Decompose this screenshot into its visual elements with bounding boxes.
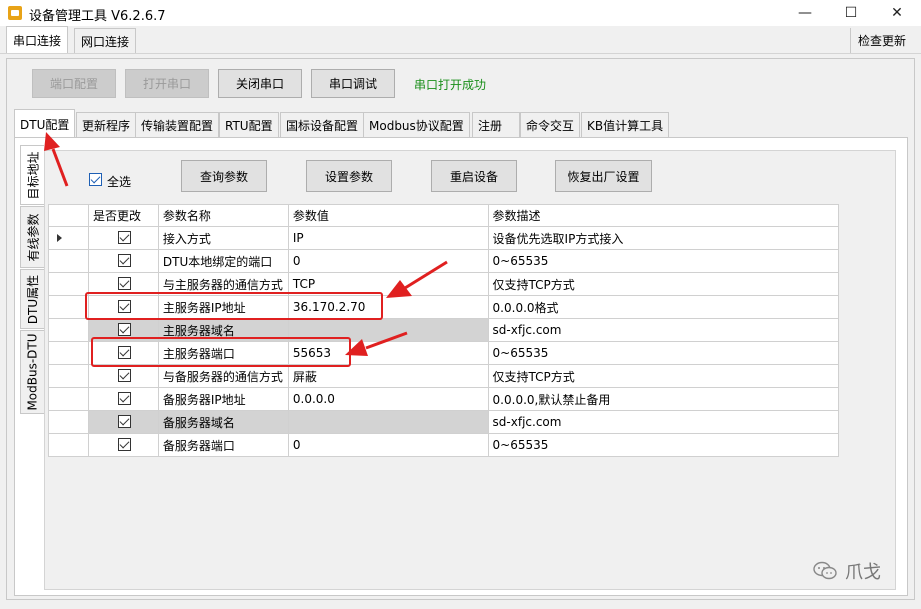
watermark-text: 爪戈 xyxy=(845,562,881,583)
annotation-arrows xyxy=(44,132,448,356)
arrow-to-ip-icon xyxy=(386,260,448,298)
watermark: 爪戈 xyxy=(813,558,881,584)
arrow-to-dtu-tab-icon xyxy=(44,132,69,187)
wechat-icon xyxy=(813,561,837,580)
arrow-to-port-icon xyxy=(345,331,408,356)
